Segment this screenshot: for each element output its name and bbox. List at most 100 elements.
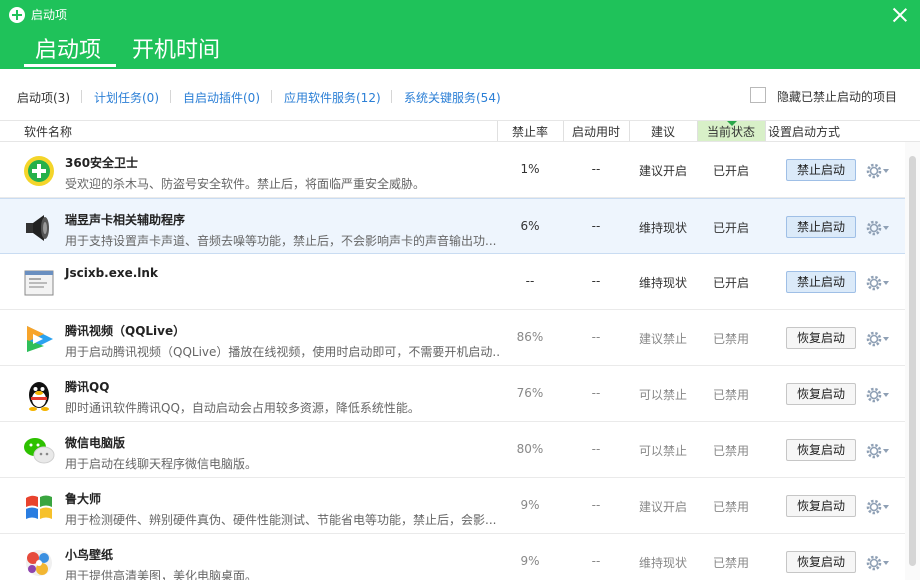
list-item[interactable]: 微信电脑版 用于启动在线聊天程序微信电脑版。 80% -- 可以禁止 已禁用 恢…: [0, 422, 905, 478]
list-item[interactable]: 小鸟壁纸 用于提供高清美图，美化电脑桌面。 9% -- 维持现状 已禁用 恢复启…: [0, 534, 905, 580]
chevron-down-icon[interactable]: [883, 505, 889, 509]
item-status: 已禁用: [712, 444, 749, 458]
list-item[interactable]: 360安全卫士 受欢迎的杀木马、防盗号安全软件。禁止后，将面临严重安全威胁。 1…: [0, 142, 905, 198]
column-header: 软件名称 禁止率 启动用时 建议 当前状态 设置启动方式: [0, 121, 920, 142]
gear-icon[interactable]: [866, 163, 882, 179]
chevron-down-icon[interactable]: [883, 337, 889, 341]
subtab-autostart-plugins[interactable]: 自启动插件(0): [183, 89, 260, 106]
col-status[interactable]: 当前状态: [707, 123, 755, 140]
item-advice: 建议开启: [638, 164, 687, 178]
restore-startup-button[interactable]: 恢复启动: [786, 327, 856, 349]
list-item[interactable]: 腾讯视频（QQLive） 用于启动腾讯视频（QQLive）播放在线视频，使用时启…: [0, 310, 905, 366]
col-divider: [629, 121, 630, 141]
app-logo-icon: [9, 7, 25, 23]
restore-startup-button[interactable]: 恢复启动: [786, 495, 856, 517]
scrollbar-thumb[interactable]: [909, 156, 916, 566]
item-description: 受欢迎的杀木马、防盗号安全软件。禁止后，将面临严重安全威胁。: [65, 177, 426, 191]
item-status: 已开启: [712, 164, 749, 178]
item-name: 360安全卫士: [65, 156, 139, 170]
item-status: 已禁用: [712, 500, 749, 514]
item-disable-rate: --: [525, 274, 535, 288]
subtab-divider: [170, 90, 171, 103]
list-item[interactable]: Jscixb.exe.lnk -- -- 维持现状 已开启 禁止启动: [0, 254, 905, 310]
list-item[interactable]: 瑞昱声卡相关辅助程序 用于支持设置声卡声道、音频去噪等功能，禁止后，不会影响声卡…: [0, 198, 905, 254]
item-disable-rate: 1%: [520, 162, 540, 176]
item-advice: 维持现状: [638, 556, 687, 570]
list-item[interactable]: 腾讯QQ 即时通讯软件腾讯QQ，自动启动会占用较多资源，降低系统性能。 76% …: [0, 366, 905, 422]
speaker-icon: [22, 211, 56, 245]
col-name[interactable]: 软件名称: [24, 123, 72, 140]
item-name: 鲁大师: [65, 492, 102, 506]
item-boot-time: --: [591, 498, 601, 512]
item-disable-rate: 6%: [520, 219, 540, 233]
tab-startup-items[interactable]: 启动项: [35, 32, 101, 66]
close-icon[interactable]: [892, 7, 908, 23]
subtab-system-services[interactable]: 系统关键服务(54): [404, 89, 501, 106]
subtab-bar: 启动项(3) 计划任务(0) 自启动插件(0) 应用软件服务(12) 系统关键服…: [0, 69, 920, 121]
hide-disabled-label: 隐藏已禁止启动的项目: [777, 90, 898, 104]
gear-icon[interactable]: [866, 275, 882, 291]
item-description: 用于启动腾讯视频（QQLive）播放在线视频，使用时启动即可，不需要开机启动..…: [65, 345, 501, 359]
item-disable-rate: 86%: [516, 330, 544, 344]
subtab-divider: [81, 90, 82, 103]
360-safe-icon: [22, 154, 56, 188]
gear-icon[interactable]: [866, 499, 882, 515]
restore-startup-button[interactable]: 恢复启动: [786, 551, 856, 573]
item-name: 腾讯视频（QQLive）: [65, 324, 186, 338]
col-advice[interactable]: 建议: [651, 123, 675, 140]
subtab-app-services[interactable]: 应用软件服务(12): [284, 89, 381, 106]
chevron-down-icon[interactable]: [883, 281, 889, 285]
item-advice: 可以禁止: [638, 388, 687, 402]
gear-icon[interactable]: [866, 387, 882, 403]
qq-penguin-icon: [22, 378, 56, 412]
item-advice: 维持现状: [638, 276, 687, 290]
bird-wallpaper-icon: [22, 546, 56, 580]
title-bar: 启动项 启动项 开机时间: [0, 0, 920, 69]
restore-startup-button[interactable]: 恢复启动: [786, 383, 856, 405]
active-tab-indicator: [24, 64, 116, 67]
col-disable-rate[interactable]: 禁止率: [512, 123, 548, 140]
item-name: 腾讯QQ: [65, 380, 110, 394]
chevron-down-icon[interactable]: [883, 561, 889, 565]
restore-startup-button[interactable]: 恢复启动: [786, 439, 856, 461]
window-title: 启动项: [31, 8, 68, 22]
chevron-down-icon[interactable]: [883, 449, 889, 453]
chevron-down-icon[interactable]: [883, 169, 889, 173]
item-advice: 建议开启: [638, 500, 687, 514]
item-disable-rate: 9%: [520, 498, 540, 512]
col-boot-time[interactable]: 启动用时: [572, 123, 620, 140]
gear-icon[interactable]: [866, 331, 882, 347]
tab-boot-time[interactable]: 开机时间: [132, 32, 220, 66]
item-name: Jscixb.exe.lnk: [65, 266, 158, 280]
item-status: 已禁用: [712, 332, 749, 346]
item-disable-rate: 80%: [516, 442, 544, 456]
scrollbar[interactable]: [905, 142, 920, 580]
disable-startup-button[interactable]: 禁止启动: [786, 159, 856, 181]
item-advice: 维持现状: [638, 221, 687, 235]
col-divider: [697, 121, 698, 141]
gear-icon[interactable]: [866, 443, 882, 459]
disable-startup-button[interactable]: 禁止启动: [786, 216, 856, 238]
item-description: 即时通讯软件腾讯QQ，自动启动会占用较多资源，降低系统性能。: [65, 401, 420, 415]
subtab-scheduled-tasks[interactable]: 计划任务(0): [94, 89, 159, 106]
item-boot-time: --: [591, 330, 601, 344]
item-disable-rate: 76%: [516, 386, 544, 400]
wechat-icon: [22, 434, 56, 468]
hide-disabled-checkbox[interactable]: [750, 87, 766, 103]
chevron-down-icon[interactable]: [883, 226, 889, 230]
chevron-down-icon[interactable]: [883, 393, 889, 397]
item-disable-rate: 9%: [520, 554, 540, 568]
gear-icon[interactable]: [866, 220, 882, 236]
item-description: 用于检测硬件、辨别硬件真伪、硬件性能测试、节能省电等功能，禁止后，会影...: [65, 513, 497, 527]
item-advice: 可以禁止: [638, 444, 687, 458]
subtab-startup[interactable]: 启动项(3): [17, 89, 70, 106]
item-boot-time: --: [591, 386, 601, 400]
item-name: 小鸟壁纸: [65, 548, 114, 562]
disable-startup-button[interactable]: 禁止启动: [786, 271, 856, 293]
tencent-video-icon: [22, 322, 56, 356]
gear-icon[interactable]: [866, 555, 882, 571]
item-status: 已禁用: [712, 556, 749, 570]
item-status: 已开启: [712, 221, 749, 235]
list-item[interactable]: 鲁大师 用于检测硬件、辨别硬件真伪、硬件性能测试、节能省电等功能，禁止后，会影.…: [0, 478, 905, 534]
startup-list: 360安全卫士 受欢迎的杀木马、防盗号安全软件。禁止后，将面临严重安全威胁。 1…: [0, 142, 905, 580]
